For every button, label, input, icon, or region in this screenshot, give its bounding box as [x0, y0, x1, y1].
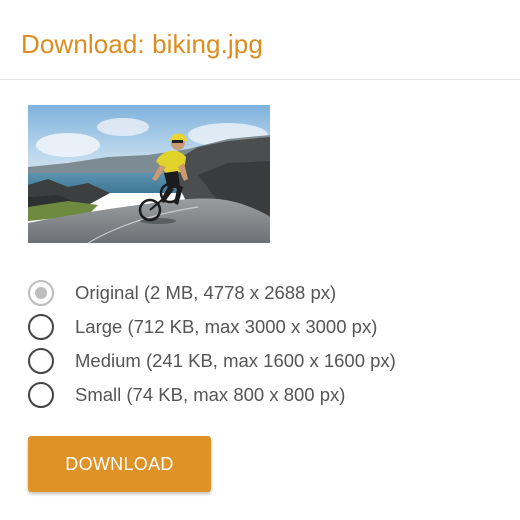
radio-small[interactable]	[28, 382, 54, 408]
image-preview	[28, 105, 270, 243]
size-option-label: Small (74 KB, max 800 x 800 px)	[75, 384, 346, 405]
radio-medium[interactable]	[28, 348, 54, 374]
size-option-original[interactable]: Original (2 MB, 4778 x 2688 px)	[28, 276, 396, 310]
radio-large[interactable]	[28, 314, 54, 340]
size-option-label: Original (2 MB, 4778 x 2688 px)	[75, 282, 337, 303]
download-dialog: Download: biking.jpg Original (2 MB, 477…	[0, 0, 520, 520]
size-option-label: Medium (241 KB, max 1600 x 1600 px)	[75, 350, 396, 371]
size-options: Original (2 MB, 4778 x 2688 px) Large (7…	[28, 276, 396, 412]
size-option-label: Large (712 KB, max 3000 x 3000 px)	[75, 316, 378, 337]
size-option-medium[interactable]: Medium (241 KB, max 1600 x 1600 px)	[28, 344, 396, 378]
download-button[interactable]: DOWNLOAD	[28, 436, 211, 492]
size-option-large[interactable]: Large (712 KB, max 3000 x 3000 px)	[28, 310, 396, 344]
radio-original[interactable]	[28, 280, 54, 306]
size-option-small[interactable]: Small (74 KB, max 800 x 800 px)	[28, 378, 396, 412]
dialog-title: Download: biking.jpg	[21, 29, 263, 59]
dialog-header: Download: biking.jpg	[0, 0, 520, 80]
